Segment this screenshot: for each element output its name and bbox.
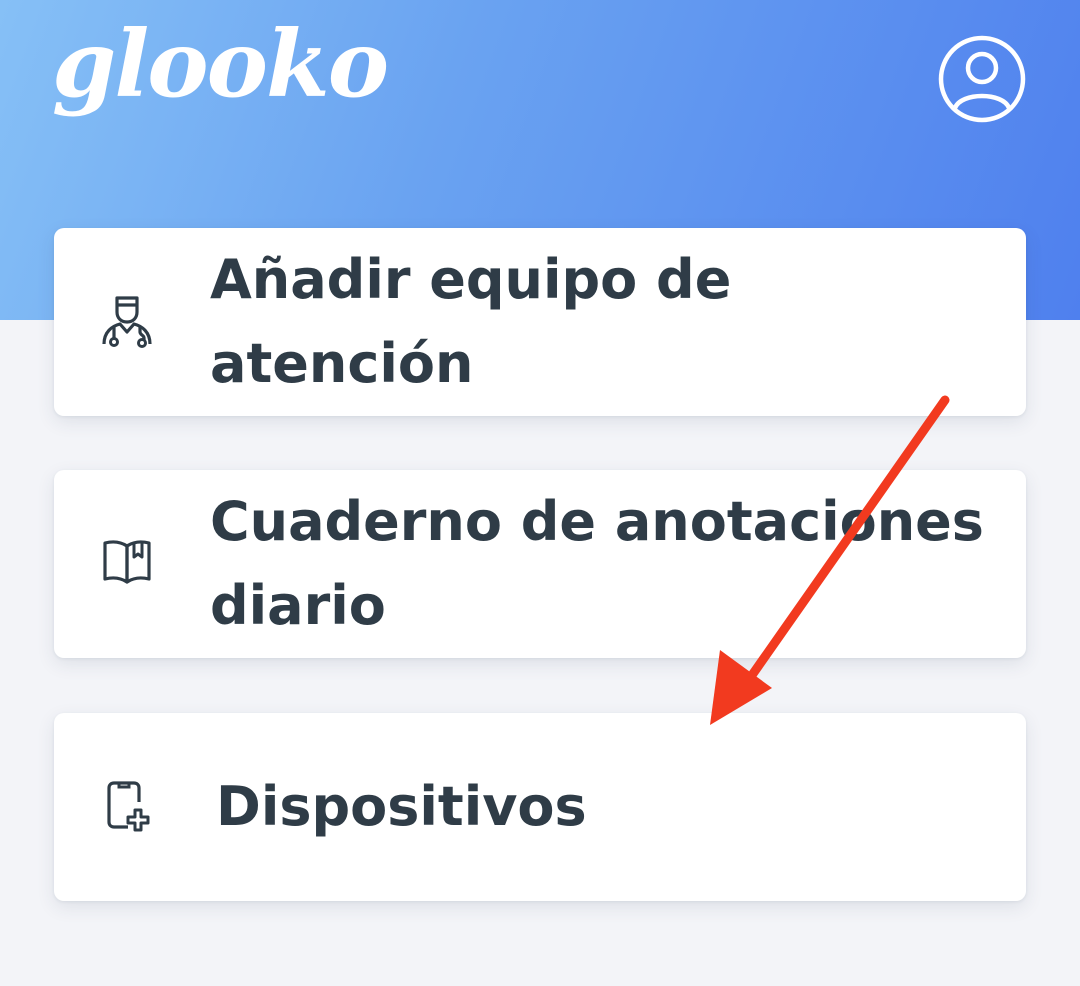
profile-button[interactable] — [937, 34, 1027, 124]
menu-item-devices[interactable]: Dispositivos — [54, 713, 1026, 901]
logbook-book-icon — [103, 540, 151, 584]
user-circle-icon — [938, 35, 1026, 123]
care-team-doctor-icon — [102, 296, 152, 348]
menu-item-label: Dispositivos — [216, 775, 587, 838]
device-plus-icon — [107, 781, 150, 832]
menu-item-label: Añadir equipo de atención — [210, 248, 732, 395]
glooko-logo: glooko — [52, 10, 389, 118]
menu-item-logbook[interactable]: Cuaderno de anotaciones diario — [54, 470, 1026, 658]
menu-item-label: Cuaderno de anotaciones diario — [210, 490, 984, 637]
menu-item-care-team[interactable]: Añadir equipo de atención — [54, 228, 1026, 416]
